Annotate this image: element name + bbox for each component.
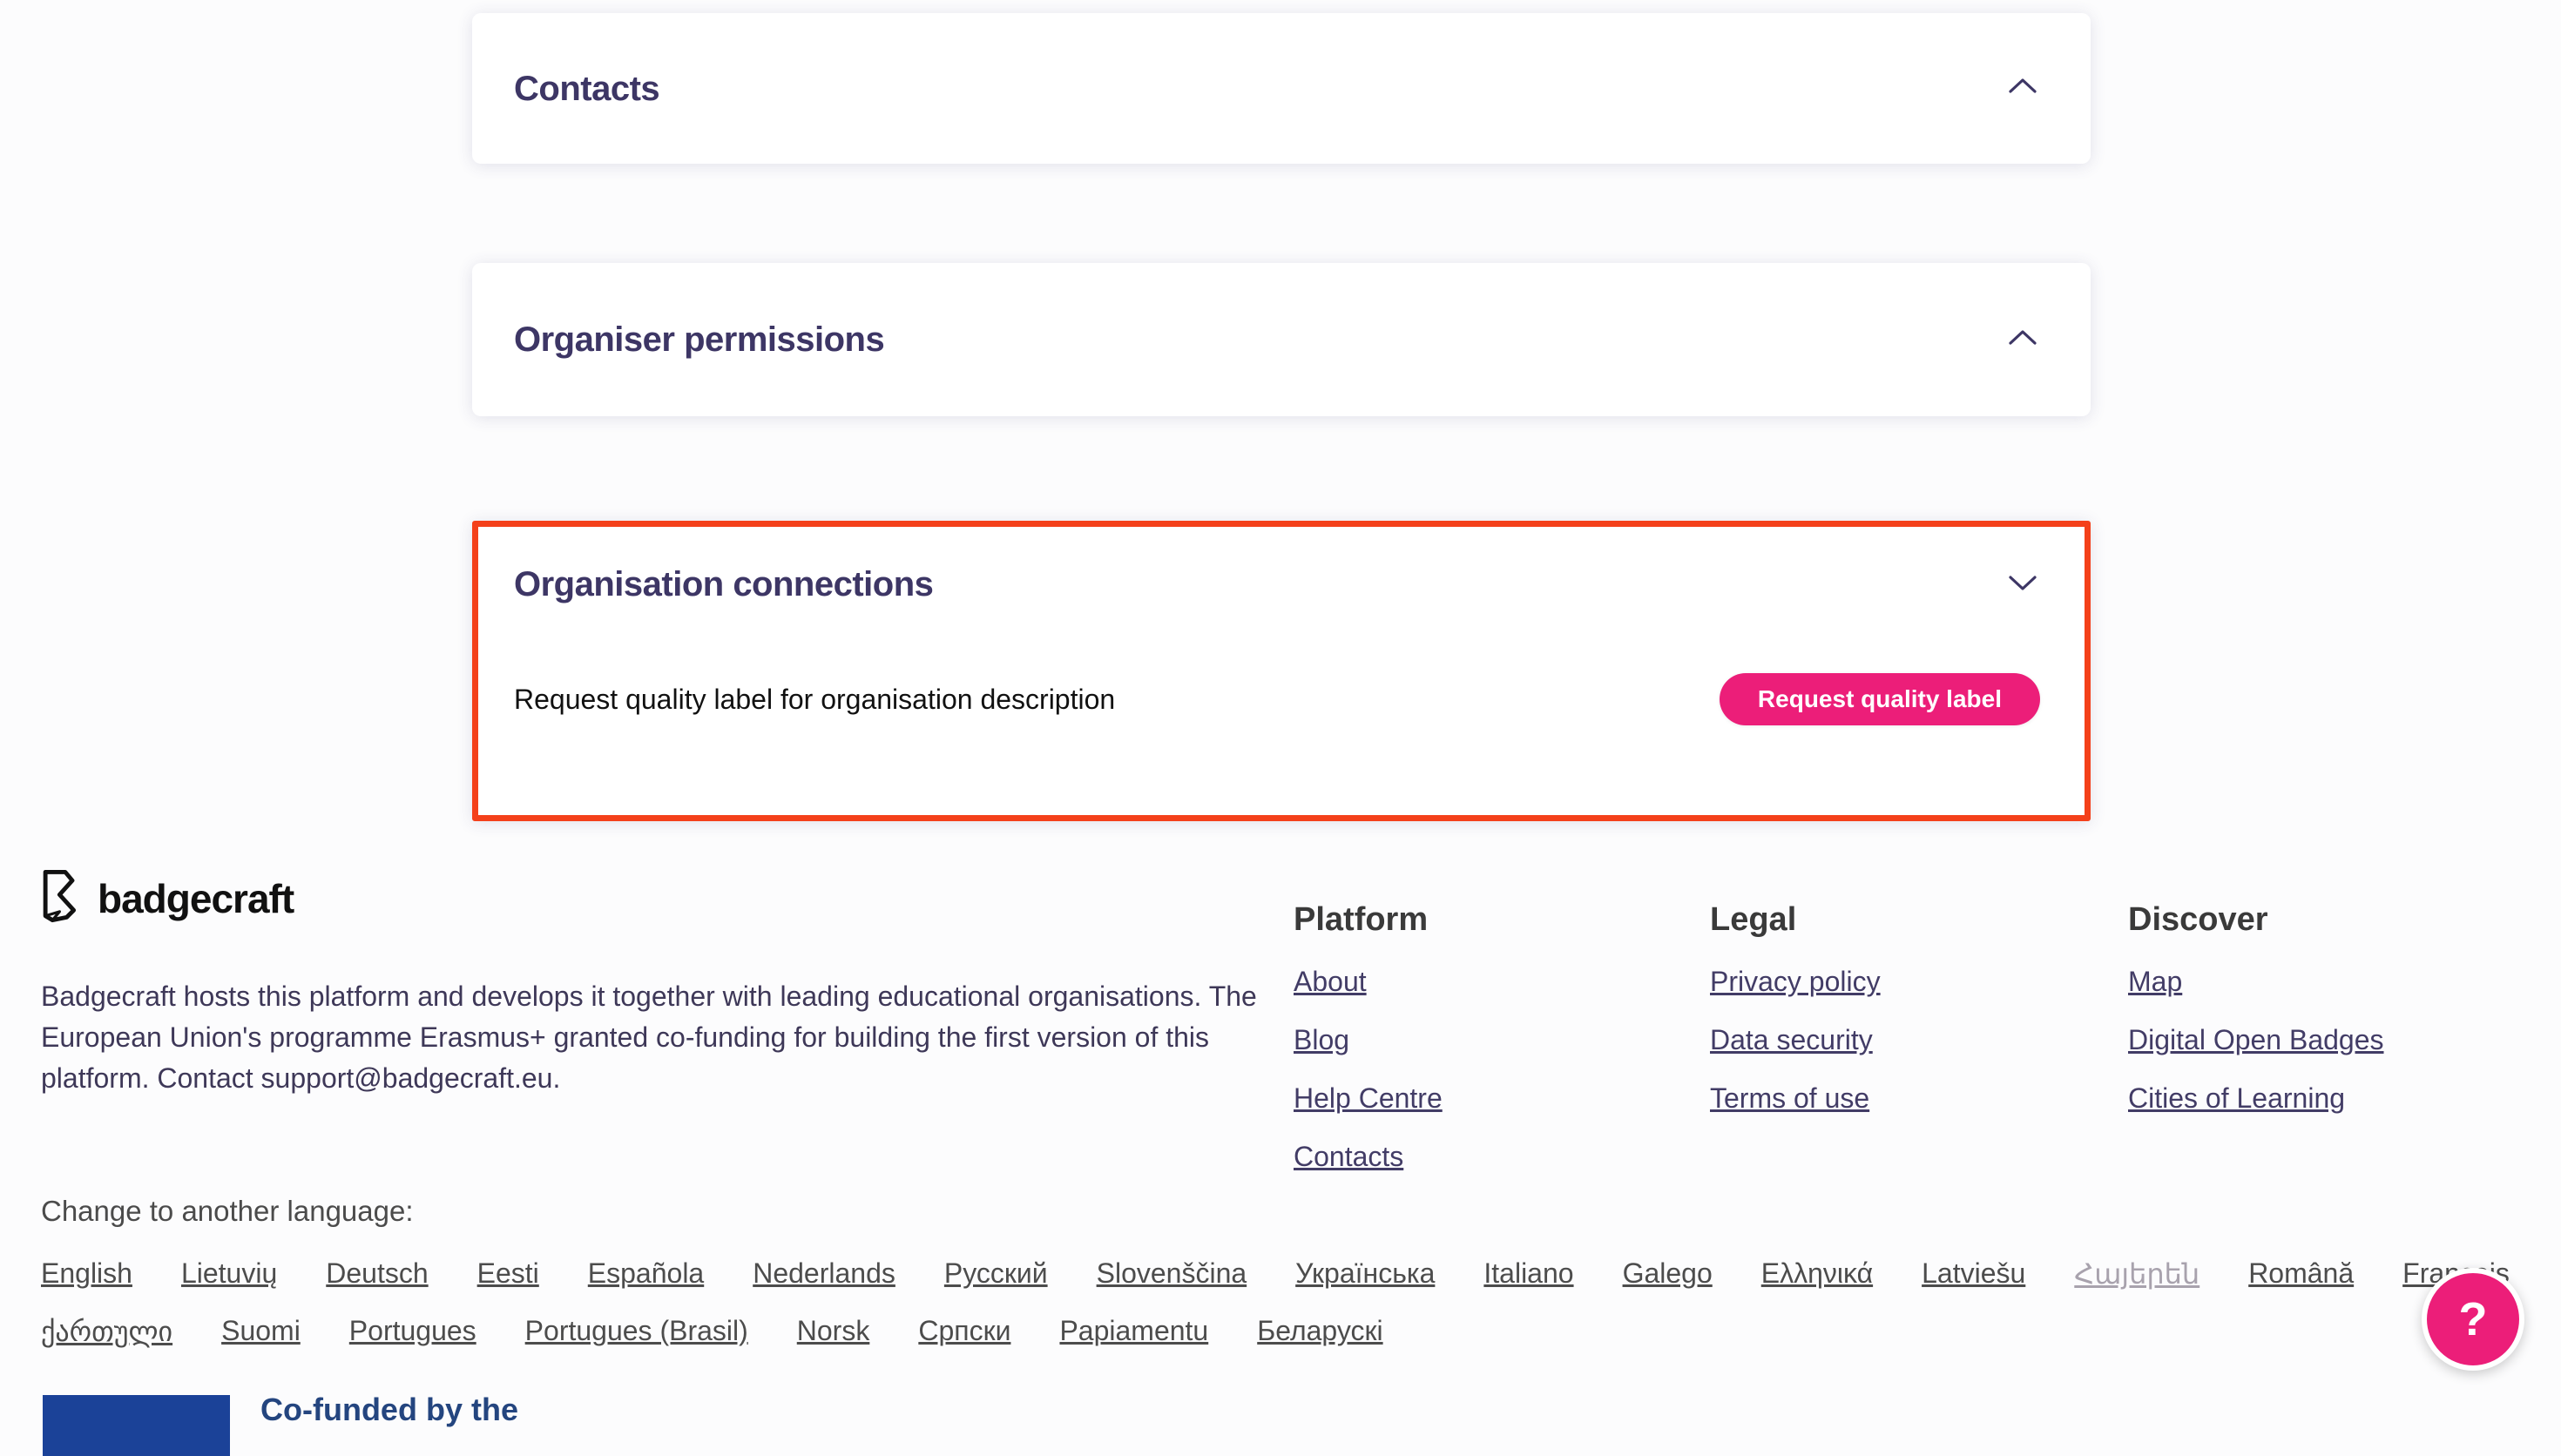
footer-link[interactable]: Terms of use: [1710, 1082, 1881, 1115]
organisation-connections-card-highlighted: Organisation connections Request quality…: [472, 521, 2091, 821]
organiser-permissions-title: Organiser permissions: [514, 319, 884, 361]
language-row-1: English Lietuvių Deutsch Eesti Española Neder…: [41, 1257, 2510, 1291]
footer-column-discover: Discover Map Digital Open Badges Cities of…: [2128, 900, 2384, 1115]
footer-column-title: Discover: [2128, 900, 2384, 940]
language-link[interactable]: Nederlands: [753, 1257, 895, 1291]
footer-links-discover: Map Digital Open Badges Cities of Learning: [2128, 965, 2384, 1115]
footer-column-title: Legal: [1710, 900, 1881, 940]
cofunded-by-text: Co-funded by the: [260, 1392, 518, 1428]
language-link[interactable]: Українська: [1295, 1257, 1435, 1291]
language-link[interactable]: Deutsch: [326, 1257, 428, 1291]
language-link[interactable]: Ελληνικά: [1761, 1257, 1873, 1291]
language-link[interactable]: Lietuvių: [181, 1257, 277, 1291]
footer-column-legal: Legal Privacy policy Data security Terms o…: [1710, 900, 1881, 1115]
language-link[interactable]: Norsk: [797, 1315, 870, 1348]
language-link[interactable]: Eesti: [477, 1257, 539, 1291]
language-link[interactable]: Portugues: [349, 1315, 476, 1348]
language-link[interactable]: Suomi: [221, 1315, 301, 1348]
language-switch-label: Change to another language:: [41, 1195, 414, 1228]
language-link[interactable]: Latviešu: [1922, 1257, 2025, 1291]
organisation-connections-accordion-header[interactable]: Organisation connections: [514, 563, 2040, 605]
quality-label-row: Request quality label for organisation d…: [514, 673, 2040, 725]
language-link[interactable]: Slovenščina: [1097, 1257, 1247, 1291]
language-link[interactable]: Беларускі: [1257, 1315, 1382, 1348]
footer-link[interactable]: Data security: [1710, 1023, 1881, 1056]
footer-column-title: Platform: [1294, 900, 1443, 940]
organisation-connections-title: Organisation connections: [514, 563, 933, 605]
language-link[interactable]: Portugues (Brasil): [525, 1315, 748, 1348]
language-link[interactable]: Српски: [918, 1315, 1010, 1348]
language-link[interactable]: Română: [2248, 1257, 2354, 1291]
language-row-2: ქართული Suomi Portugues Portugues (Brasil) N…: [41, 1315, 1383, 1348]
footer-link[interactable]: Blog: [1294, 1023, 1443, 1056]
contacts-accordion-header[interactable]: Contacts: [472, 13, 2091, 164]
footer-link[interactable]: Cities of Learning: [2128, 1082, 2384, 1115]
footer-link[interactable]: About: [1294, 965, 1443, 998]
footer-description: Badgecraft hosts this platform and devel…: [41, 976, 1278, 1099]
footer-links-legal: Privacy policy Data security Terms of use: [1710, 965, 1881, 1115]
badgecraft-logo-text: badgecraft: [98, 875, 294, 922]
eu-flag-image: [43, 1395, 230, 1456]
language-link[interactable]: Española: [588, 1257, 704, 1291]
badgecraft-logo[interactable]: badgecraft: [38, 869, 294, 927]
badgecraft-logo-icon: [38, 869, 84, 927]
footer-link[interactable]: Digital Open Badges: [2128, 1023, 2384, 1056]
language-link[interactable]: English: [41, 1257, 132, 1291]
language-link[interactable]: Papiamentu: [1059, 1315, 1208, 1348]
language-link[interactable]: Հայերեն: [2074, 1257, 2199, 1291]
chevron-up-icon: [2005, 76, 2040, 101]
footer-link[interactable]: Map: [2128, 965, 2384, 998]
footer-column-platform: Platform About Blog Help Centre Contacts: [1294, 900, 1443, 1173]
footer-link[interactable]: Help Centre: [1294, 1082, 1443, 1115]
language-link[interactable]: Galego: [1623, 1257, 1713, 1291]
footer-link[interactable]: Contacts: [1294, 1140, 1443, 1173]
organiser-permissions-accordion-header[interactable]: Organiser permissions: [472, 263, 2091, 416]
request-quality-label-button[interactable]: Request quality label: [1720, 673, 2040, 725]
chevron-up-icon: [2005, 327, 2040, 353]
language-link[interactable]: ქართული: [41, 1315, 172, 1348]
contacts-card: Contacts: [472, 13, 2091, 164]
organiser-permissions-card: Organiser permissions: [472, 263, 2091, 416]
chevron-down-icon: [2005, 572, 2040, 597]
footer-link[interactable]: Privacy policy: [1710, 965, 1881, 998]
contacts-title: Contacts: [514, 68, 659, 110]
footer-links-platform: About Blog Help Centre Contacts: [1294, 965, 1443, 1173]
help-button[interactable]: ?: [2422, 1268, 2524, 1371]
language-link[interactable]: Русский: [944, 1257, 1048, 1291]
language-link[interactable]: Italiano: [1483, 1257, 1573, 1291]
quality-label-text: Request quality label for organisation d…: [514, 684, 1115, 716]
